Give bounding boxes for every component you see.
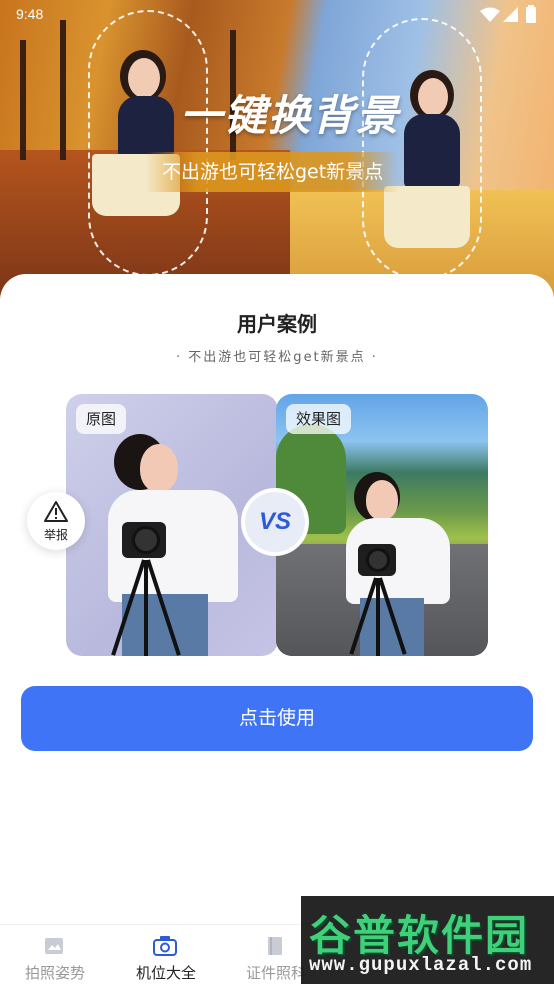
hero-tree xyxy=(60,20,66,160)
tab-camera-positions[interactable]: 机位大全 xyxy=(111,925,221,985)
hero-model-top xyxy=(118,96,174,158)
report-label: 举报 xyxy=(43,528,68,542)
tripod-leg xyxy=(144,560,148,656)
case-card: 用户案例 · 不出游也可轻松get新景点 · 原图 效果图 VS 点击使用 xyxy=(0,274,554,924)
use-button[interactable]: 点击使用 xyxy=(21,686,533,751)
image-icon xyxy=(45,938,63,954)
tab-poses[interactable]: 拍照姿势 xyxy=(0,925,110,985)
wifi-icon xyxy=(480,7,500,22)
hero-model-face xyxy=(418,78,448,116)
hero-model-face xyxy=(128,58,160,98)
battery-icon xyxy=(526,5,536,23)
person-face xyxy=(366,480,398,520)
camera-lens xyxy=(132,526,160,554)
case-subtitle: · 不出游也可轻松get新景点 · xyxy=(176,350,378,365)
signal-icon xyxy=(503,7,518,22)
book-icon xyxy=(268,937,282,955)
hero-model-top xyxy=(404,114,460,188)
warning-icon xyxy=(44,501,68,522)
tripod-leg xyxy=(376,578,380,656)
camera-lens xyxy=(366,548,390,572)
watermark-logo: 谷普软件园 www.gupuxlazal.com xyxy=(301,896,554,984)
person-face xyxy=(140,444,178,492)
report-button[interactable]: 举报 xyxy=(27,492,85,550)
person-jeans xyxy=(122,594,208,656)
vs-badge: VS xyxy=(245,492,305,552)
before-label: 原图 xyxy=(76,404,127,434)
hero-tree xyxy=(20,40,26,160)
hero-subtitle: 不出游也可轻松get新景点 xyxy=(146,152,400,192)
after-label: 效果图 xyxy=(286,404,352,434)
status-time: 9:48 xyxy=(16,6,44,22)
after-image: 效果图 xyxy=(276,394,488,656)
hero-title: 一键换背景 xyxy=(180,92,401,139)
tab-label: 拍照姿势 xyxy=(24,964,85,982)
hero-banner: 一键换背景 不出游也可轻松get新景点 xyxy=(0,0,554,300)
tab-label: 机位大全 xyxy=(135,964,196,982)
hero-model-skirt xyxy=(384,186,470,248)
person-jeans xyxy=(360,598,424,656)
case-title: 用户案例 xyxy=(237,312,317,336)
status-bar: 9:48 xyxy=(0,0,554,30)
watermark-url: www.gupuxlazal.com xyxy=(309,954,533,976)
camera-icon xyxy=(153,936,177,956)
